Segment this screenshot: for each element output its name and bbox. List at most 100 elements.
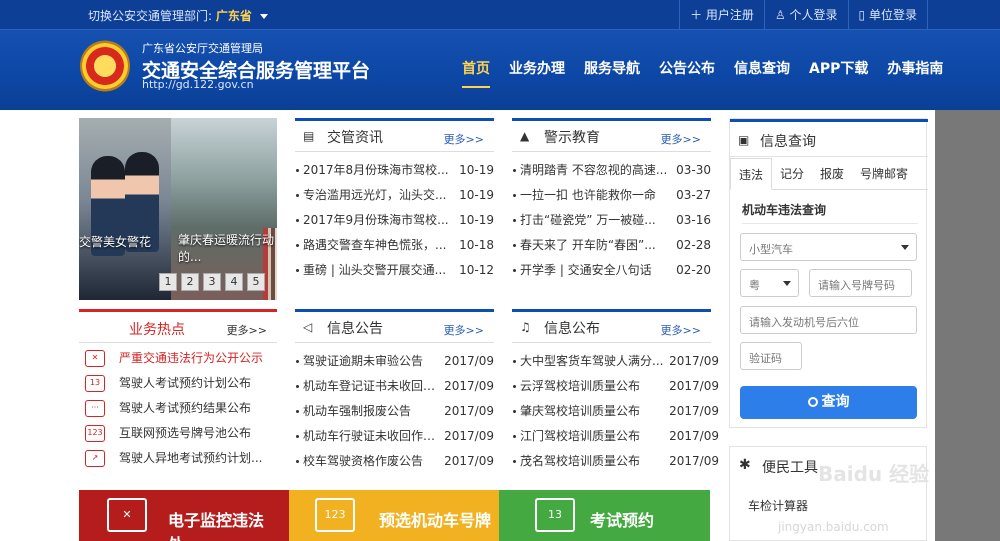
chevron-down-icon xyxy=(783,281,791,286)
slide-caption[interactable]: 肇庆春运暖流行动的... xyxy=(178,232,276,266)
more-link[interactable]: 更多>> xyxy=(661,131,701,147)
tab-scrap[interactable]: 报废 xyxy=(812,158,852,190)
list-item[interactable]: 打击“碰瓷党” 万一被碰... 03-16 xyxy=(512,208,711,233)
plus-icon: ＋ xyxy=(690,8,703,22)
exam-appointment-banner[interactable]: 13 考试预约 xyxy=(499,490,710,541)
user-icon: ♙ xyxy=(774,8,786,22)
panel-title: 业务热点 xyxy=(129,322,185,338)
list-item[interactable]: 大中型客货车驾驶人满分... 2017/09 xyxy=(512,349,719,374)
slide-policewomen-image xyxy=(79,118,171,300)
nav-guide[interactable]: 办事指南 xyxy=(887,58,943,78)
captcha-input[interactable]: 验证码 xyxy=(740,342,802,370)
car-check-calculator-link[interactable]: 车检计算器 xyxy=(748,497,808,514)
panel-title: 信息公告 xyxy=(327,321,383,337)
more-link[interactable]: 更多>> xyxy=(444,322,484,338)
list-item[interactable]: 肇庆驾校培训质量公布 2017/09 xyxy=(512,399,719,424)
query-button[interactable]: 查询 xyxy=(740,386,917,419)
department-value[interactable]: 广东省 xyxy=(216,9,252,23)
nav-announcements[interactable]: 公告公布 xyxy=(659,58,715,78)
list-item[interactable]: 机动车强制报废公告 2017/09 xyxy=(295,399,494,424)
list-item[interactable]: 机动车登记证书未收回作... 2017/09 xyxy=(295,374,494,399)
chevron-down-icon[interactable] xyxy=(259,14,268,19)
panel-header: ▲ 警示教育 更多>> xyxy=(512,118,711,152)
nav-home[interactable]: 首页 xyxy=(462,58,490,88)
list-item[interactable]: 123 互联网预选号牌号池公布 xyxy=(79,421,277,446)
slider-page-2[interactable]: 2 xyxy=(181,273,199,291)
traffic-news-panel: ▤ 交管资讯 更多>> 2017年8月份珠海市驾校... 10-19 专治滥用远光… xyxy=(295,118,494,288)
list-item[interactable]: 云浮驾校培训质量公布 2017/09 xyxy=(512,374,719,399)
slider-pager: 1 2 3 4 5 xyxy=(159,273,269,291)
megaphone-icon: ◁ xyxy=(303,320,313,334)
personal-login-link[interactable]: ♙ 个人登录 xyxy=(763,0,848,30)
slider-page-1[interactable]: 1 xyxy=(159,273,177,291)
plate-preselect-banner[interactable]: 123 预选机动车号牌 xyxy=(289,490,499,541)
list-item[interactable]: 重磅 | 汕头交警开展交通... 10-12 xyxy=(295,258,494,283)
list-item[interactable]: 开学季 | 交通安全八句话 02-20 xyxy=(512,258,711,283)
hot-list: ✕ 严重交通违法行为公开公示 13 驾驶人考试预约计划公布 ··· 驾驶人考试预约结果… xyxy=(79,346,277,471)
register-link[interactable]: ＋ 用户注册 xyxy=(679,0,764,30)
more-link[interactable]: 更多>> xyxy=(444,131,484,147)
nav-app-download[interactable]: APP下载 xyxy=(809,58,868,78)
publish-list: 大中型客货车驾驶人满分... 2017/09 云浮驾校培训质量公布 2017/09 … xyxy=(512,349,719,474)
electronic-violation-banner[interactable]: ✕ 电子监控违法处... xyxy=(79,490,289,541)
list-item[interactable]: 13 驾驶人考试预约计划公布 xyxy=(79,371,277,396)
news-list: 2017年8月份珠海市驾校... 10-19 专治滥用远光灯，汕头交... 10-1… xyxy=(295,158,494,283)
nav-info-query[interactable]: 信息查询 xyxy=(734,58,790,78)
more-link[interactable]: 更多>> xyxy=(227,322,267,338)
more-link[interactable]: 更多>> xyxy=(661,322,701,338)
tab-plate-mail[interactable]: 号牌邮寄 xyxy=(852,158,916,190)
account-links: ＋ 用户注册 ♙ 个人登录 ▯ 单位登录 xyxy=(679,0,928,30)
panel-header: 业务热点 更多>> xyxy=(79,309,277,343)
query-tabs: 违法 记分 报废 号牌邮寄 xyxy=(730,158,928,190)
tab-points[interactable]: 记分 xyxy=(772,158,812,190)
list-item[interactable]: 清明踏青 不容忽视的高速... 03-30 xyxy=(512,158,711,183)
company-login-link[interactable]: ▯ 单位登录 xyxy=(847,0,928,30)
list-item[interactable]: 一拉一扣 也许能救你一命 03-27 xyxy=(512,183,711,208)
list-item[interactable]: 2017年9月份珠海市驾校... 10-19 xyxy=(295,208,494,233)
list-item[interactable]: 专治滥用远光灯，汕头交... 10-19 xyxy=(295,183,494,208)
query-header: ▣ 信息查询 xyxy=(730,119,928,157)
list-item[interactable]: 机动车行驶证未收回作废... 2017/09 xyxy=(295,424,494,449)
list-item[interactable]: 2017年8月份珠海市驾校... 10-19 xyxy=(295,158,494,183)
list-item[interactable]: 路遇交警查车神色慌张，... 10-18 xyxy=(295,233,494,258)
news-slider[interactable]: 交警美女警花 肇庆春运暖流行动的... 1 2 3 4 5 xyxy=(79,118,277,300)
warning-list: 清明踏青 不容忽视的高速... 03-30 一拉一扣 也许能救你一命 03-27 打… xyxy=(512,158,711,283)
nav-service-guide[interactable]: 服务导航 xyxy=(584,58,640,78)
list-item[interactable]: 驾驶证逾期未审验公告 2017/09 xyxy=(295,349,494,374)
province-select[interactable]: 粤 xyxy=(740,269,799,297)
slider-page-4[interactable]: 4 xyxy=(225,273,243,291)
asterisk-icon: ✱ xyxy=(739,457,751,473)
slider-page-5[interactable]: 5 xyxy=(247,273,265,291)
watermark-url: jingyan.baidu.com xyxy=(778,520,889,534)
query-subtitle: 机动车违法查询 xyxy=(742,203,827,217)
panel-header: ▤ 交管资讯 更多>> xyxy=(295,118,494,152)
department-switcher[interactable]: 切换公安交通管理部门: 广东省 xyxy=(88,7,268,24)
list-item[interactable]: ✕ 严重交通违法行为公开公示 xyxy=(79,346,277,371)
tab-violation[interactable]: 违法 xyxy=(730,158,773,190)
vehicle-type-select[interactable]: 小型汽车 xyxy=(740,233,917,261)
panel-title: 警示教育 xyxy=(544,130,600,146)
main-nav: 首页 业务办理 服务导航 公告公布 信息查询 APP下载 办事指南 xyxy=(462,58,962,88)
query-title: 信息查询 xyxy=(760,134,816,150)
list-item[interactable]: 春天来了 开车防“春困”... 02-28 xyxy=(512,233,711,258)
nav-business[interactable]: 业务办理 xyxy=(509,58,565,78)
plate-number-input[interactable]: 请输入号牌号码 xyxy=(809,269,912,297)
list-item[interactable]: 江门驾校培训质量公布 2017/09 xyxy=(512,424,719,449)
list-item[interactable]: 茂名驾校培训质量公布 2017/09 xyxy=(512,449,719,474)
chevron-down-icon xyxy=(901,245,909,250)
slide-caption[interactable]: 交警美女警花 xyxy=(79,233,151,250)
number-plate-icon: 123 xyxy=(315,498,355,532)
list-item[interactable]: ↗ 驾驶人异地考试预约计划... xyxy=(79,446,277,471)
divider xyxy=(742,223,918,224)
page: 切换公安交通管理部门: 广东省 ＋ 用户注册 ♙ 个人登录 ▯ 单位登录 广东省… xyxy=(0,0,1000,541)
calendar-result-icon: ··· xyxy=(85,400,105,417)
list-item[interactable]: ··· 驾驶人考试预约结果公布 xyxy=(79,396,277,421)
business-hot-panel: 业务热点 更多>> ✕ 严重交通违法行为公开公示 13 驾驶人考试预约计划公布 ··… xyxy=(79,309,277,484)
engine-number-input[interactable]: 请输入发动机号后六位 xyxy=(740,306,917,334)
slider-page-3[interactable]: 3 xyxy=(203,273,221,291)
panel-title: 交管资讯 xyxy=(327,130,383,146)
department-label: 切换公安交通管理部门: xyxy=(88,9,213,23)
warning-education-panel: ▲ 警示教育 更多>> 清明踏青 不容忽视的高速... 03-30 一拉一扣 也许… xyxy=(512,118,711,288)
list-item[interactable]: 校车驾驶资格作废公告 2017/09 xyxy=(295,449,494,474)
violation-card-icon: ✕ xyxy=(107,498,147,532)
